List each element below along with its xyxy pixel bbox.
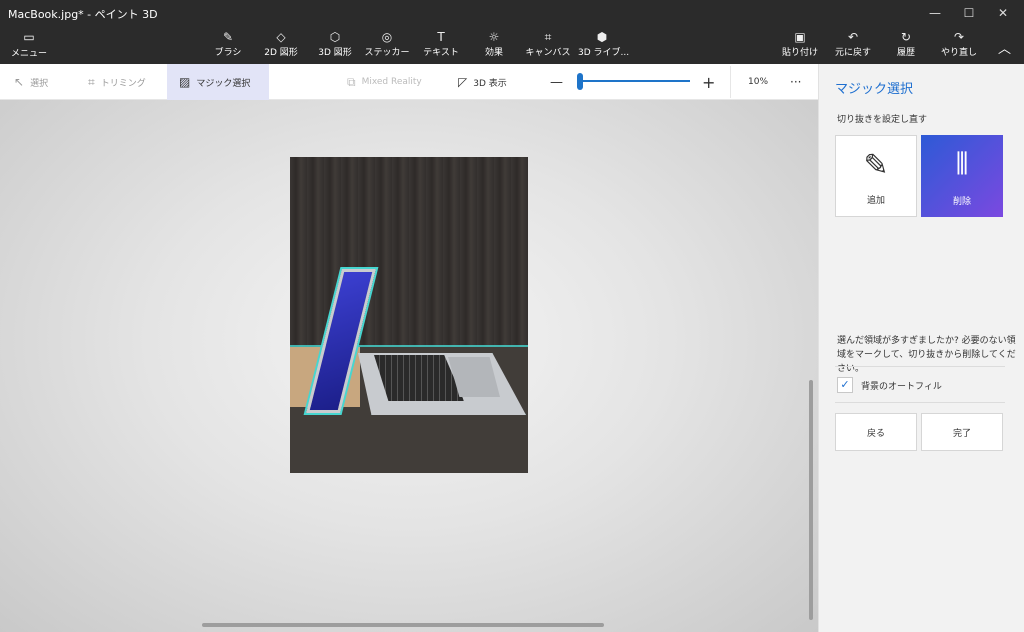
view-3d-toggle[interactable]: ◸ 3D 表示	[458, 64, 528, 100]
magic-select-panel: マジック選択 切り抜きを設定し直す ✎ 追加 ⫴ 削除 選んだ領域が多すぎました…	[818, 64, 1024, 632]
3d-library-icon: ⬢	[596, 30, 608, 44]
zoom-level: 10%	[748, 77, 769, 87]
add-label: 追加	[866, 196, 885, 206]
back-button[interactable]: 戻る	[835, 413, 917, 451]
ribbon-undo-label: 元に戻す	[834, 48, 871, 58]
redo-icon: ↷	[953, 30, 965, 44]
folder-icon: ▭	[23, 30, 35, 44]
history-icon: ↻	[900, 30, 912, 44]
zoom-slider-thumb[interactable]	[577, 73, 583, 90]
ribbon-effects-label: 効果	[484, 48, 503, 58]
ribbon-paste-button[interactable]: ▣ 貼り付け	[778, 30, 822, 62]
crop-icon: ⌗	[88, 74, 95, 89]
ribbon-3d-library-label: 3D ライブ...	[578, 48, 630, 58]
view-3d-label: 3D 表示	[473, 78, 507, 89]
maximize-button[interactable]: ☐	[952, 0, 986, 26]
mixed-reality-tool[interactable]: ⧉ Mixed Reality	[347, 64, 437, 100]
ribbon-3d-library-button[interactable]: ⬢ 3D ライブ...	[578, 30, 630, 62]
title-ribbon-bar: MacBook.jpg* - ペイント 3D — ☐ ✕ ▭ メニュー ✎ ブラ…	[0, 0, 1024, 64]
3d-view-icon: ◸	[458, 75, 468, 89]
ribbon-sticker-button[interactable]: ◎ ステッカー	[364, 30, 410, 62]
zoom-in-button[interactable]: +	[702, 64, 716, 100]
done-button[interactable]: 完了	[921, 413, 1003, 451]
mixed-reality-label: Mixed Reality	[361, 77, 422, 87]
panel-hint-text: 選んだ領域が多すぎましたか? 必要のない領域をマークして、切り抜きから削除してく…	[837, 336, 1016, 374]
pencil-add-icon: ✎	[863, 148, 889, 183]
select-tool-label: 選択	[30, 78, 49, 89]
ribbon-canvas-button[interactable]: ⌗ キャンバス	[522, 30, 574, 62]
2d-shapes-icon: ◇	[276, 30, 286, 44]
remove-label: 削除	[952, 197, 971, 207]
horizontal-scrollbar[interactable]	[202, 623, 604, 627]
ribbon-canvas-label: キャンバス	[525, 48, 571, 58]
ribbon-undo-button[interactable]: ↶ 元に戻す	[830, 30, 876, 62]
add-button[interactable]: ✎ 追加	[835, 135, 917, 217]
zoom-slider-track[interactable]	[578, 80, 690, 82]
vertical-scrollbar[interactable]	[809, 380, 813, 620]
ribbon-history-button[interactable]: ↻ 履歴	[888, 30, 924, 62]
sticker-icon: ◎	[381, 30, 393, 44]
ribbon-paste-label: 貼り付け	[781, 48, 818, 58]
crop-tool-label: トリミング	[100, 78, 146, 89]
ribbon-brush-button[interactable]: ✎ ブラシ	[208, 30, 248, 62]
menu-button[interactable]: ▭ メニュー	[8, 30, 50, 60]
ribbon-sticker-label: ステッカー	[364, 48, 410, 58]
brush-icon: ✎	[222, 30, 234, 44]
ribbon-history-label: 履歴	[896, 48, 915, 58]
mixed-reality-icon: ⧉	[347, 74, 356, 89]
effects-icon: ☼	[488, 30, 500, 44]
magic-select-label: マジック選択	[196, 78, 251, 89]
3d-shapes-icon: ⬡	[329, 30, 341, 44]
text-icon: T	[437, 30, 445, 44]
autofill-checkbox[interactable]: ✓	[837, 377, 853, 393]
eraser-remove-icon: ⫴	[955, 147, 969, 182]
checkmark-icon: ✓	[840, 378, 850, 391]
magic-select-icon: ▨	[179, 75, 191, 89]
minimize-button[interactable]: —	[918, 0, 952, 26]
ribbon-text-button[interactable]: T テキスト	[418, 30, 464, 62]
tool-row: ↖ 選択 ⌗ トリミング ▨ マジック選択 ⧉ Mixed Reality ◸ …	[0, 64, 818, 100]
ribbon-redo-label: やり直し	[940, 48, 977, 58]
canvas-photo[interactable]	[290, 157, 528, 473]
toolbar-divider	[730, 66, 731, 98]
select-tool[interactable]: ↖ 選択	[14, 64, 74, 100]
zoom-out-button[interactable]: —	[550, 64, 564, 100]
undo-icon: ↶	[847, 30, 859, 44]
panel-divider	[835, 402, 1005, 403]
ribbon-redo-button[interactable]: ↷ やり直し	[938, 30, 980, 62]
magic-select-tool[interactable]: ▨ マジック選択	[167, 64, 269, 100]
window-title: MacBook.jpg* - ペイント 3D	[8, 8, 158, 21]
canvas-icon: ⌗	[544, 30, 552, 44]
ribbon-2d-shapes-label: 2D 図形	[264, 48, 298, 58]
ribbon-3d-shapes-button[interactable]: ⬡ 3D 図形	[312, 30, 358, 62]
remove-button[interactable]: ⫴ 削除	[921, 135, 1003, 217]
menu-label: メニュー	[10, 49, 47, 59]
ribbon-brush-label: ブラシ	[214, 48, 242, 58]
crop-tool[interactable]: ⌗ トリミング	[88, 64, 158, 100]
ribbon-3d-shapes-label: 3D 図形	[318, 48, 352, 58]
cursor-icon: ↖	[14, 75, 25, 89]
ribbon-text-label: テキスト	[423, 48, 459, 58]
panel-divider	[835, 366, 1005, 367]
panel-title: マジック選択	[835, 82, 914, 97]
more-options-button[interactable]: ···	[790, 64, 806, 100]
panel-subtitle: 切り抜きを設定し直す	[837, 115, 928, 125]
paste-icon: ▣	[794, 30, 806, 44]
collapse-ribbon-chevron-icon[interactable]: ︿	[998, 38, 1012, 57]
autofill-label: 背景のオートフィル	[861, 382, 942, 392]
close-button[interactable]: ✕	[986, 0, 1020, 26]
ribbon-2d-shapes-button[interactable]: ◇ 2D 図形	[258, 30, 304, 62]
ribbon-effects-button[interactable]: ☼ 効果	[474, 30, 514, 62]
